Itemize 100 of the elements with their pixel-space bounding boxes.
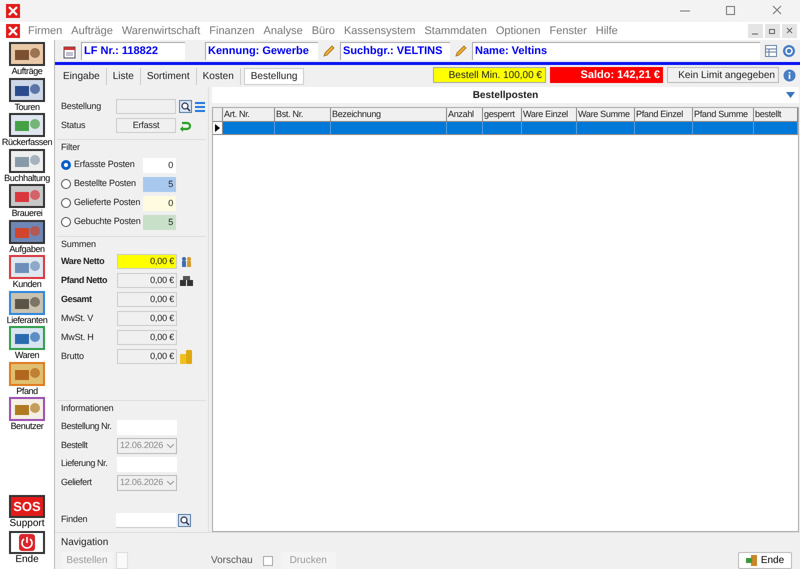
filter-radio[interactable]: Gelieferte Posten (61, 196, 143, 210)
tab[interactable]: Eingabe (57, 68, 107, 85)
tab[interactable]: Kosten (196, 68, 241, 85)
status-field: Erfasst (116, 118, 176, 133)
menu-item[interactable]: Finanzen (209, 22, 255, 40)
menu-item[interactable]: Warenwirtschaft (122, 22, 200, 40)
search-icon[interactable] (179, 100, 192, 113)
exit-door-icon (746, 555, 758, 566)
field-label: MwSt. H (61, 330, 95, 344)
column-header[interactable]: Ware Einzel (522, 108, 577, 121)
menu-item[interactable]: Hilfe (596, 22, 618, 40)
column-header[interactable]: Pfand Summe (693, 108, 754, 121)
crates-icon[interactable] (180, 276, 194, 286)
row-pointer-icon (215, 124, 220, 132)
menu-item[interactable]: Optionen (496, 22, 540, 40)
sidebar-item[interactable]: Pfand (0, 362, 54, 397)
field-label: Geliefert (61, 476, 93, 489)
power-icon (9, 531, 45, 554)
sidebar-item[interactable]: Ende (0, 531, 54, 567)
app-logo-icon (6, 4, 20, 18)
field-label: Pfand Netto (61, 274, 108, 287)
column-header[interactable]: Bezeichnung (331, 108, 447, 121)
group-title: Navigation (61, 536, 110, 550)
help-icon[interactable] (782, 44, 796, 58)
column-header[interactable]: bestellt (754, 108, 798, 121)
field-label: Bestellung (61, 100, 102, 113)
group-title: Informationen (61, 402, 114, 415)
pencil-icon[interactable] (454, 44, 468, 58)
mdi-restore-icon[interactable] (765, 24, 780, 38)
menu-item[interactable]: Kassensystem (344, 22, 416, 40)
menu-item[interactable]: Fenster (550, 22, 587, 40)
sidebar-item[interactable]: Waren (0, 326, 54, 362)
tab[interactable]: Sortiment (140, 68, 197, 85)
chevron-down-icon (167, 444, 174, 448)
grid-title: Bestellposten (472, 88, 538, 102)
count-field: 5 (143, 214, 176, 230)
sidebar-item[interactable]: Brauerei (0, 184, 54, 220)
supplier-number-field: LF Nr.: 118822 (81, 42, 185, 60)
count-field: 0 (143, 196, 176, 210)
return-arrow-icon[interactable] (179, 120, 191, 132)
column-header[interactable]: Art. Nr. (223, 108, 275, 121)
pencil-icon[interactable] (322, 44, 336, 58)
amount-field: 0,00 € (117, 292, 177, 307)
sidebar-item[interactable]: Aufträge (0, 42, 54, 78)
sidebar-item[interactable]: Benutzer (0, 397, 54, 432)
group-title: Filter (61, 141, 81, 154)
filter-radio[interactable]: Gebuchte Posten (61, 215, 143, 229)
field-label: Status (61, 118, 86, 132)
count-field: 0 (143, 158, 176, 172)
menu-item[interactable]: Analyse (264, 22, 303, 40)
preview-checkbox[interactable] (262, 556, 273, 566)
preview-label: Vorschau (211, 554, 253, 568)
menu-icon[interactable] (194, 100, 206, 112)
menu-item[interactable]: Firmen (28, 22, 62, 40)
filter-radio[interactable]: Bestellte Posten (61, 177, 143, 191)
sidebar-item[interactable]: Rückerfassen (0, 113, 54, 148)
mdi-close-icon[interactable] (782, 24, 797, 38)
table-icon[interactable] (764, 44, 778, 58)
chevron-down-icon (167, 480, 174, 484)
tab[interactable]: Liste (106, 68, 141, 85)
sos-icon: SOS (9, 495, 45, 518)
field-label: Ware Netto (61, 254, 106, 268)
order-field (116, 99, 176, 114)
field-label: Lieferung Nr. (61, 457, 108, 470)
sidebar-item[interactable]: Aufgaben (0, 220, 54, 255)
column-header[interactable]: Bst. Nr. (275, 108, 331, 121)
caret-down-icon[interactable] (786, 92, 795, 98)
balance-label: Saldo: 142,21 € (550, 67, 663, 83)
sidebar-item[interactable]: SOS Support (0, 495, 54, 531)
field-label: Bestellt (61, 438, 89, 452)
column-header[interactable]: Pfand Einzel (635, 108, 693, 121)
menu-item[interactable]: Büro (312, 22, 335, 40)
find-field[interactable] (116, 512, 176, 528)
amount-field: 0,00 € (117, 273, 177, 288)
filter-radio[interactable]: Erfasste Posten (61, 158, 143, 172)
menu-item[interactable]: Aufträge (71, 22, 113, 40)
amount-field: 0,00 € (117, 349, 177, 364)
sidebar-item[interactable]: Lieferanten (0, 290, 54, 326)
name-field: Name: Veltins (472, 42, 760, 60)
info-icon[interactable] (783, 68, 796, 82)
search-icon[interactable] (178, 514, 191, 526)
column-header[interactable]: gesperrt (483, 108, 522, 121)
sidebar-item[interactable]: Kunden (0, 255, 54, 290)
end-button[interactable]: Ende (738, 552, 792, 569)
sidebar-item[interactable]: Touren (0, 78, 54, 113)
mdi-minimize-icon[interactable] (748, 24, 763, 38)
count-field: 5 (143, 176, 176, 192)
field-label: Brutto (61, 350, 85, 363)
field-label: Bestellung Nr. (61, 420, 112, 434)
sidebar-item[interactable]: Buchhaltung (0, 148, 54, 184)
amount-field: 0,00 € (117, 330, 177, 345)
people-icon[interactable] (180, 255, 193, 268)
column-header[interactable]: Ware Summe (577, 108, 635, 121)
tab[interactable]: Bestellung (244, 68, 304, 85)
field-label: MwSt. V (61, 312, 94, 325)
field-label: Gesamt (61, 292, 93, 306)
field-label: Finden (61, 513, 88, 526)
identifier-field: Kennung: Gewerbe (205, 42, 318, 60)
menu-item[interactable]: Stammdaten (424, 22, 487, 40)
column-header[interactable]: Anzahl (447, 108, 483, 121)
